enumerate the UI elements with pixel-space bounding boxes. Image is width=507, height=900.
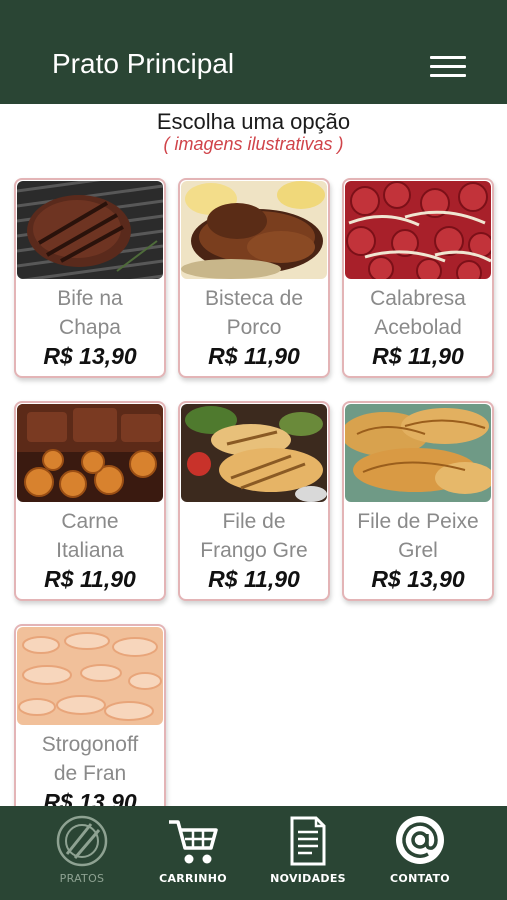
dish-name-line1: Bife na [57,287,123,310]
dish-name-line2: Italiana [56,539,124,562]
dish-price: R$ 11,90 [44,566,136,592]
dish-photo [17,627,163,725]
nav-label: NOVIDADES [270,872,346,885]
dish-name-line1: Strogonoff [41,733,139,756]
at-sign-icon [378,814,462,872]
nav-pratos[interactable]: PRATOS [40,806,124,900]
app-header: Prato Principal [0,0,507,104]
dish-name-line2: Frango Gre [200,539,308,562]
nav-label: CARRINHO [159,872,227,885]
dish-name-line2: Chapa [59,316,121,339]
document-icon [266,814,350,872]
nav-carrinho[interactable]: CARRINHO [151,806,235,900]
dish-card-calabresa[interactable]: Calabresa Acebolad R$ 11,90 [342,178,494,378]
dish-name-line2: Porco [226,316,282,339]
dish-photo [17,181,163,279]
section-heading: Escolha uma opção [156,109,351,134]
dish-photo [345,181,491,279]
dish-price: R$ 13,90 [43,343,137,369]
nav-novidades[interactable]: NOVIDADES [266,806,350,900]
dish-name-line2: Acebolad [374,316,462,339]
dish-card-bisteca[interactable]: Bisteca de Porco R$ 11,90 [178,178,330,378]
hamburger-menu-icon[interactable] [428,54,468,80]
dish-name-line2: de Fran [53,762,127,785]
bottom-nav: PRATOS CARRINHO NOVIDADES CONTATO [0,806,507,900]
dish-name: File de Peixe Grel [344,507,492,565]
page-title: Prato Principal [52,48,235,79]
dish-name: Carne Italiana [16,507,164,565]
dish-name: Calabresa Acebolad [344,284,492,342]
nav-label: PRATOS [59,872,105,885]
dish-name: Bife na Chapa [16,284,164,342]
dish-name: File de Frango Gre [180,507,328,565]
dish-price: R$ 11,90 [208,566,300,592]
nav-label: CONTATO [390,872,450,885]
dish-name-line1: Carne [61,510,119,533]
dish-photo [17,404,163,502]
dish-name-line1: File de Peixe [357,510,479,533]
dish-photo [181,181,327,279]
dish-photo [181,404,327,502]
cart-icon [151,814,235,872]
dish-name-line1: Calabresa [370,287,466,310]
dish-name-line2: Grel [398,539,438,562]
dish-card-carne-italiana[interactable]: Carne Italiana R$ 11,90 [14,401,166,601]
dish-card-frango[interactable]: File de Frango Gre R$ 11,90 [178,401,330,601]
dish-card-peixe[interactable]: File de Peixe Grel R$ 13,90 [342,401,494,601]
dish-price: R$ 11,90 [372,343,464,369]
dish-card-bife[interactable]: Bife na Chapa R$ 13,90 [14,178,166,378]
dish-name: Bisteca de Porco [180,284,328,342]
dish-name: Strogonoff de Fran [16,730,164,788]
dish-price: R$ 13,90 [371,566,465,592]
dish-price: R$ 11,90 [208,343,300,369]
nav-contato[interactable]: CONTATO [378,806,462,900]
plate-fork-knife-icon [40,814,124,872]
dish-name-line1: Bisteca de [204,287,304,310]
dish-name-line1: File de [222,510,286,533]
dish-card-strogonoff[interactable]: Strogonoff de Fran R$ 13,90 [14,624,166,824]
illustrative-note: ( imagens ilustrativas ) [163,134,344,154]
dish-photo [345,404,491,502]
